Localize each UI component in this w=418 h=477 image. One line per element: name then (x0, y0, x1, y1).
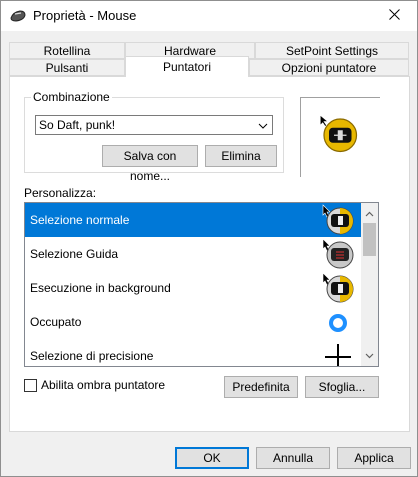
list-item-label: Selezione Guida (30, 247, 119, 261)
use-default-button[interactable]: Predefinita (224, 376, 298, 398)
scheme-dropdown-value: So Daft, punk! (39, 118, 116, 132)
mouse-icon (9, 9, 27, 23)
close-icon (388, 9, 400, 23)
tab-setpoint-settings[interactable]: SetPoint Settings (255, 42, 409, 59)
list-item[interactable]: Selezione di precisione (25, 339, 361, 366)
daft-punk-helmet-preview-icon (319, 114, 358, 153)
tab-panel-puntatori: Combinazione So Daft, punk! Salva con no… (9, 76, 410, 432)
list-item[interactable]: Occupato (25, 305, 361, 339)
window-title: Proprietà - Mouse (33, 8, 137, 23)
daft-punk-helmet-help-cursor-icon (322, 238, 354, 269)
browse-button[interactable]: Sfoglia... (305, 376, 379, 398)
pointer-shadow-label: Abilita ombra puntatore (41, 378, 166, 392)
daft-punk-helmet-cursor-icon (322, 204, 354, 235)
pointer-shadow-checkbox[interactable] (24, 379, 37, 392)
scheme-dropdown[interactable]: So Daft, punk! (35, 115, 273, 135)
title-bar[interactable]: Proprietà - Mouse (1, 1, 417, 31)
pointer-preview (300, 97, 380, 177)
scroll-down-icon[interactable] (365, 348, 374, 362)
list-item[interactable]: Esecuzione in background (25, 271, 361, 305)
mouse-properties-window: Proprietà - Mouse Rotellina Hardware Set… (0, 0, 418, 477)
list-item-label: Selezione di precisione (30, 349, 154, 363)
scrollbar-thumb[interactable] (363, 223, 376, 256)
cancel-button[interactable]: Annulla (256, 447, 330, 469)
list-item-label: Occupato (30, 315, 82, 329)
tab-rotellina[interactable]: Rotellina (9, 42, 125, 59)
crosshair-icon (325, 344, 351, 366)
list-scrollbar[interactable] (361, 203, 378, 366)
chevron-down-icon (258, 120, 268, 134)
list-item[interactable]: Selezione Guida (25, 237, 361, 271)
pointer-list[interactable]: Selezione normale Selezione Guida Esecuz… (24, 202, 379, 367)
tab-opzioni-puntatore[interactable]: Opzioni puntatore (249, 59, 409, 76)
ok-button[interactable]: OK (175, 447, 249, 469)
tab-pulsanti[interactable]: Pulsanti (9, 59, 125, 76)
list-item-label: Selezione normale (30, 213, 130, 227)
apply-button[interactable]: Applica (337, 447, 411, 469)
daft-punk-helmet-busy-cursor-icon (322, 272, 354, 303)
list-item[interactable]: Selezione normale (25, 203, 361, 237)
close-button[interactable] (371, 1, 417, 31)
customize-label: Personalizza: (24, 186, 97, 200)
scroll-up-icon[interactable] (365, 207, 374, 221)
scheme-group: Combinazione So Daft, punk! Salva con no… (24, 90, 284, 183)
tab-puntatori[interactable]: Puntatori (125, 56, 249, 77)
save-scheme-as-button[interactable]: Salva con nome... (102, 145, 198, 183)
list-item-label: Esecuzione in background (30, 281, 171, 295)
busy-ring-icon (329, 314, 347, 332)
scheme-group-label: Combinazione (31, 90, 112, 104)
delete-scheme-button[interactable]: Elimina (205, 145, 277, 167)
